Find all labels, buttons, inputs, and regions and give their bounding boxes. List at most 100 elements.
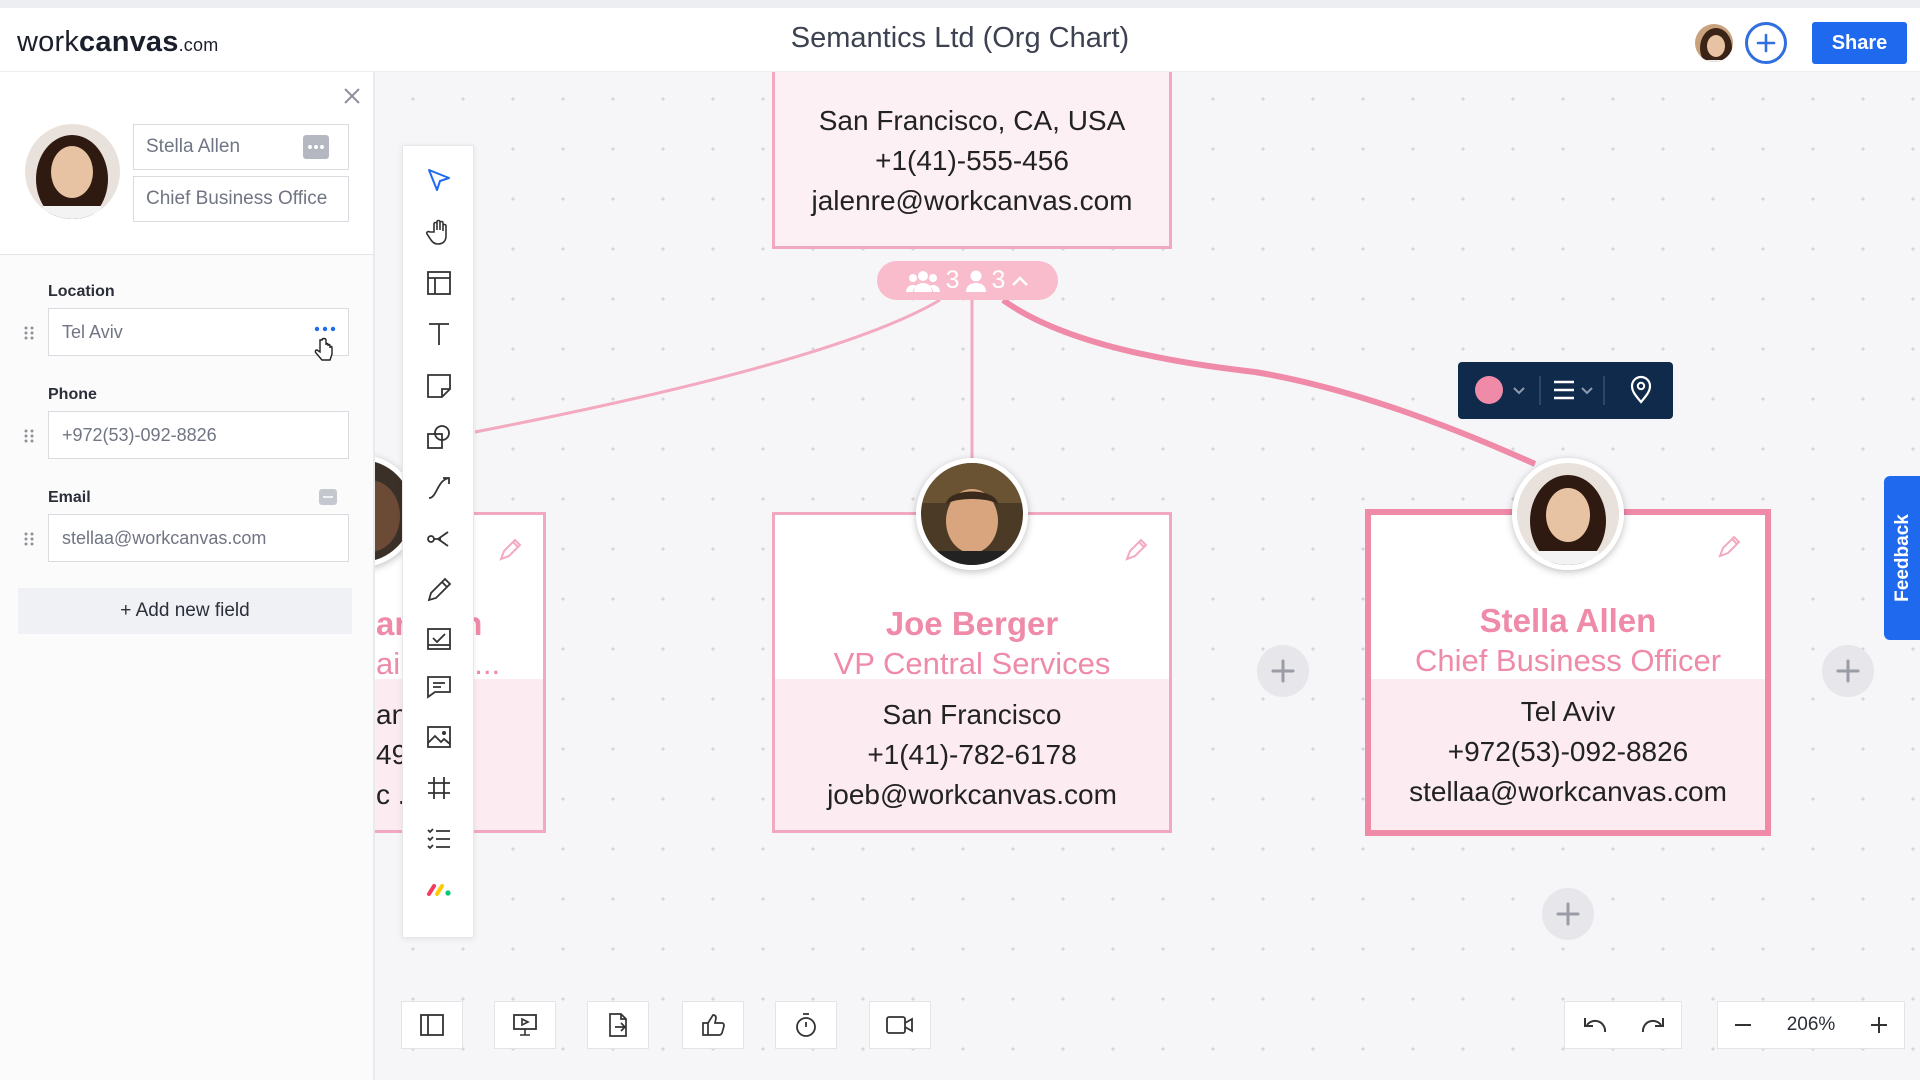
- frame-icon: [428, 777, 450, 799]
- sticky-note-icon: [427, 374, 451, 398]
- undo-redo-group: [1564, 1001, 1682, 1049]
- card-phone: +1(41)-555-456: [875, 145, 1069, 176]
- pen-icon: [427, 577, 452, 602]
- plus-icon: [1271, 659, 1295, 683]
- zoom-level: 206%: [1786, 1014, 1836, 1035]
- drag-handle-icon[interactable]: [23, 531, 35, 547]
- chevron-up-icon: [1012, 275, 1029, 286]
- panel-toggle-button[interactable]: [401, 1001, 463, 1049]
- template-tool-icon: [427, 271, 451, 295]
- share-button[interactable]: Share: [1812, 22, 1907, 64]
- shapes-icon: [427, 425, 450, 449]
- document-title[interactable]: Semantics Ltd (Org Chart): [0, 22, 1920, 55]
- edit-pencil-icon[interactable]: [1716, 534, 1742, 560]
- email-field[interactable]: stellaa@workcanvas.com: [48, 514, 349, 562]
- video-call-button[interactable]: [869, 1001, 931, 1049]
- connector-icon: [428, 477, 450, 499]
- mind-map-tool[interactable]: [421, 521, 457, 557]
- zoom-in-icon[interactable]: [1868, 1014, 1890, 1036]
- invite-button[interactable]: [1745, 22, 1787, 64]
- canvas[interactable]: San Francisco, CA, USA +1(41)-555-456 ja…: [375, 72, 1920, 1080]
- task-tool[interactable]: [421, 621, 457, 657]
- undo-icon[interactable]: [1581, 1014, 1609, 1038]
- panel-avatar[interactable]: [25, 124, 120, 219]
- avatar-stella-allen: [1512, 458, 1624, 570]
- presentation-button[interactable]: [494, 1001, 556, 1049]
- feedback-tab[interactable]: Feedback: [1884, 476, 1920, 640]
- location-pin-icon[interactable]: [1630, 375, 1652, 404]
- user-avatar[interactable]: [1693, 22, 1735, 64]
- edit-pencil-icon[interactable]: [497, 537, 523, 563]
- select-tool[interactable]: [421, 162, 457, 198]
- card-location: San Francisco: [882, 699, 1062, 730]
- image-tool[interactable]: [421, 719, 457, 755]
- thumbs-up-icon: [702, 1014, 725, 1036]
- card-location: San Francisco, CA, USA: [818, 105, 1126, 136]
- checklist-icon: [427, 828, 450, 850]
- connector-tool[interactable]: [421, 470, 457, 506]
- checklist-tool[interactable]: [421, 820, 457, 856]
- cursor-hand-icon: [314, 337, 333, 361]
- pen-tool[interactable]: [421, 572, 457, 608]
- phone-field[interactable]: +972(53)-092-8826: [48, 411, 349, 459]
- timer-button[interactable]: [775, 1001, 837, 1049]
- context-toolbar: [1458, 362, 1673, 419]
- properties-panel: Stella Allen Chief Business Office Locat…: [0, 72, 375, 1080]
- add-new-field-button[interactable]: + Add new field: [18, 588, 352, 634]
- add-sibling-button[interactable]: [1257, 645, 1309, 697]
- sticky-note-tool[interactable]: [421, 368, 457, 404]
- mind-map-icon: [427, 531, 449, 547]
- video-camera-icon: [886, 1016, 913, 1034]
- card-name: Joe Berger: [885, 605, 1059, 642]
- people-count: 3: [991, 266, 1006, 294]
- color-picker-button[interactable]: [1475, 376, 1525, 404]
- card-role: Chief Business Officer: [1414, 643, 1722, 678]
- comment-tool[interactable]: [421, 669, 457, 705]
- monday-icon: [427, 884, 451, 896]
- top-bar: workcanvas.com Semantics Ltd (Org Chart)…: [0, 0, 1920, 72]
- person-icon: [965, 270, 986, 292]
- plus-icon: [1556, 902, 1580, 926]
- hand-tool[interactable]: [421, 214, 457, 250]
- email-label: Email: [48, 489, 91, 506]
- card-location: Tel Aviv: [1520, 696, 1616, 727]
- text-tool[interactable]: [421, 316, 457, 352]
- zoom-out-icon[interactable]: [1732, 1014, 1754, 1036]
- plus-icon: [1836, 659, 1860, 683]
- hand-tool-icon: [425, 219, 447, 245]
- avatar-joe-berger: [916, 458, 1028, 570]
- shapes-tool[interactable]: [421, 419, 457, 455]
- more-options-icon[interactable]: [319, 489, 337, 505]
- monday-integration[interactable]: [421, 870, 457, 906]
- more-options-icon[interactable]: [303, 135, 329, 159]
- card-role: VP Central Services: [833, 646, 1111, 681]
- drag-handle-icon[interactable]: [23, 325, 35, 341]
- card-email: stellaa@workcanvas.com: [1409, 776, 1727, 807]
- location-field[interactable]: Tel Aviv: [48, 308, 349, 356]
- title-input[interactable]: Chief Business Office: [133, 176, 349, 222]
- frame-tool[interactable]: [421, 770, 457, 806]
- close-icon[interactable]: [341, 85, 363, 107]
- image-icon: [427, 726, 451, 748]
- text-tool-icon: [429, 323, 449, 345]
- vote-button[interactable]: [682, 1001, 744, 1049]
- add-sibling-right-button[interactable]: [1822, 645, 1874, 697]
- org-card-top[interactable]: San Francisco, CA, USA +1(41)-555-456 ja…: [772, 72, 1172, 249]
- zoom-control: 206%: [1717, 1001, 1905, 1049]
- card-phone: +1(41)-782-6178: [867, 739, 1077, 770]
- export-button[interactable]: [587, 1001, 649, 1049]
- location-label: Location: [48, 283, 115, 300]
- drag-handle-icon[interactable]: [23, 428, 35, 444]
- alignment-button[interactable]: [1554, 380, 1593, 400]
- more-options-icon[interactable]: [313, 325, 337, 333]
- children-counter[interactable]: 3 3: [877, 261, 1058, 300]
- plus-icon: [1756, 33, 1776, 53]
- task-icon: [427, 628, 451, 650]
- timer-icon: [796, 1013, 816, 1037]
- card-name: Stella Allen: [1479, 602, 1657, 639]
- template-tool[interactable]: [421, 265, 457, 301]
- add-child-button[interactable]: [1542, 888, 1594, 940]
- card-email: jalenre@workcanvas.com: [811, 185, 1133, 216]
- edit-pencil-icon[interactable]: [1123, 537, 1149, 563]
- redo-icon[interactable]: [1639, 1014, 1667, 1038]
